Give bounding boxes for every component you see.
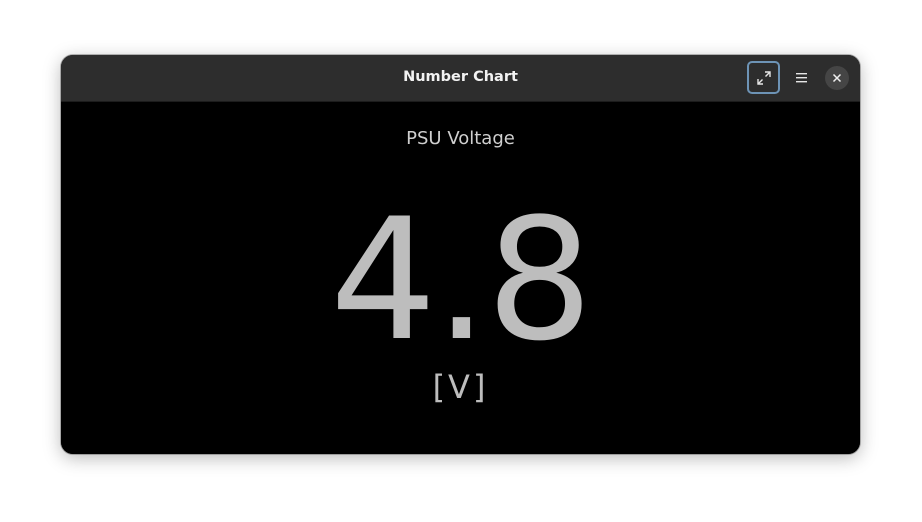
fullscreen-button[interactable] [747, 61, 780, 94]
metric-title: PSU Voltage [406, 128, 515, 149]
close-icon [832, 73, 842, 83]
main-menu-button[interactable] [787, 63, 817, 93]
expand-icon [756, 70, 772, 86]
hamburger-menu-icon [795, 72, 809, 84]
number-chart-panel: PSU Voltage 4.8 [V] [61, 102, 860, 454]
metric-value: 4.8 [329, 182, 593, 378]
close-button[interactable] [825, 66, 849, 90]
window-title: Number Chart [403, 69, 518, 85]
title-bar[interactable]: Number Chart [61, 55, 860, 102]
app-window: Number Chart PSU Voltage 4.8 [V] [61, 55, 860, 454]
metric-unit: [V] [432, 368, 489, 406]
